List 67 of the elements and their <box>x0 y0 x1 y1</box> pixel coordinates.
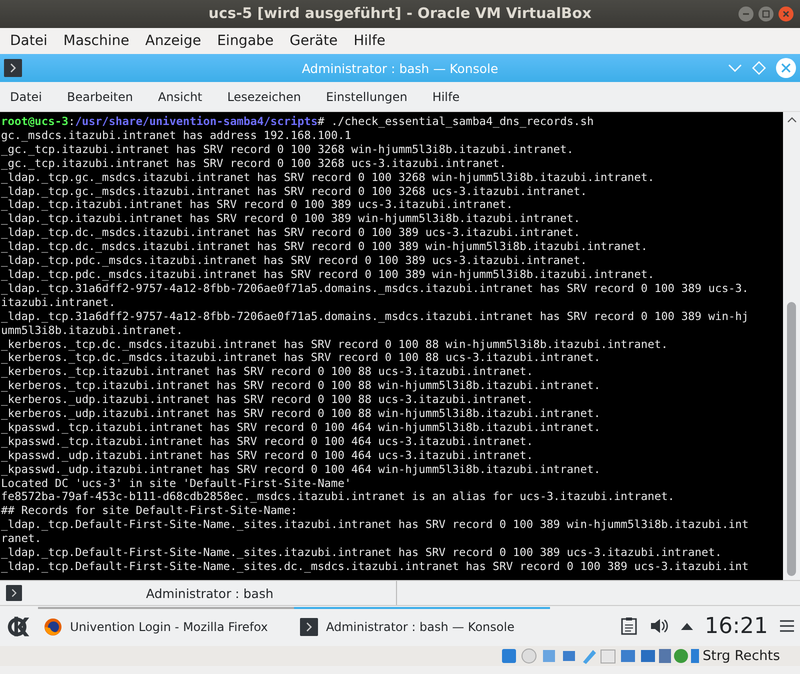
output-line: _ldap._tcp.itazubi.intranet has SRV record 0 100 389 ucs-3.itazubi.intranet. <box>1 198 513 212</box>
output-line: _kerberos._tcp.dc._msdcs.itazubi.intranet has SRV record 0 100 88 win-hjumm5l3i8b.itazubi.intranet. <box>1 338 668 352</box>
output-line: _kpasswd._tcp.itazubi.intranet has SRV record 0 100 464 win-hjumm5l3i8b.itazubi.intranet. <box>1 420 600 435</box>
output-line: _kpasswd._tcp.itazubi.intranet has SRV record 0 100 464 ucs-3.itazubi.intranet. <box>1 434 534 449</box>
clipboard-icon[interactable] <box>620 617 637 635</box>
output-line: umm5l3i8b.itazubi.intranet. <box>1 324 183 338</box>
menu-item[interactable]: Einstellungen <box>318 90 416 104</box>
menu-item[interactable]: Hilfe <box>346 33 394 49</box>
minimize-button[interactable] <box>728 63 742 73</box>
output-line: _ldap._tcp.dc._msdcs.itazubi.intranet has SRV record 0 100 389 win-hjumm5l3i8b.itazubi.intranet. <box>1 240 648 254</box>
terminal-icon <box>6 585 22 601</box>
output-line: _ldap._tcp.pdc._msdcs.itazubi.intranet has SRV record 0 100 389 ucs-3.itazubi.intranet. <box>1 254 587 268</box>
output-line: _kerberos._tcp.dc._msdcs.itazubi.intranet has SRV record 0 100 88 ucs-3.itazubi.intranet. <box>1 351 600 366</box>
output-line: ## Records for site Default-First-Site-Name: <box>1 504 298 518</box>
output-line: _ldap._tcp.31a6dff2-9757-4a12-8fbb-7206ae0f71a5.domains._msdcs.itazubi.intranet has SRV record 0 100 389 win-hj <box>1 310 749 324</box>
output-line: _kerberos._udp.itazubi.intranet has SRV record 0 100 88 ucs-3.itazubi.intranet. <box>1 393 534 408</box>
window-title: ucs-5 [wird ausgeführt] - Oracle VM VirtualBox <box>208 6 592 22</box>
output-line: _ldap._tcp.Default-First-Site-Name._sites.itazubi.intranet has SRV record 0 100 389 ucs-3.itazubi.intranet. <box>1 546 722 560</box>
output-line: _kpasswd._udp.itazubi.intranet has SRV record 0 100 464 win-hjumm5l3i8b.itazubi.intranet. <box>1 462 600 477</box>
menu-item[interactable]: Datei <box>2 90 50 104</box>
menu-item[interactable]: Lesezeichen <box>219 90 309 104</box>
menu-icon[interactable] <box>780 620 794 632</box>
clock[interactable]: 16:21 <box>704 614 768 638</box>
output-line: fe8572ba-79af-453c-b111-d68cdb2858ec._msdcs.itazubi.intranet is an alias for ucs-3.itazubi.intranet. <box>1 490 675 504</box>
host-key-label: Strg Rechts <box>702 648 780 664</box>
maximize-button[interactable] <box>758 6 774 22</box>
menu-item[interactable]: Hilfe <box>424 90 468 104</box>
menu-item[interactable]: Datei <box>2 33 56 49</box>
menu-item[interactable]: Maschine <box>55 33 138 49</box>
window-title: Administrator : bash — Konsole <box>300 60 500 76</box>
output-line: gc._msdcs.itazubi.intranet has address 192.168.100.1 <box>1 128 352 143</box>
output-line: _ldap._tcp.itazubi.intranet has SRV record 0 100 389 win-hjumm5l3i8b.itazubi.intranet. <box>1 212 580 226</box>
output-line: _kerberos._udp.itazubi.intranet has SRV record 0 100 88 win-hjumm5l3i8b.itazubi.intranet. <box>1 407 600 421</box>
close-button[interactable] <box>778 6 794 22</box>
menu-item[interactable]: Bearbeiten <box>59 90 141 104</box>
output-line: itazubi.intranet. <box>1 296 116 310</box>
output-line: _ldap._tcp.pdc._msdcs.itazubi.intranet has SRV record 0 100 389 win-hjumm5l3i8b.itazubi.intranet. <box>1 268 654 282</box>
output-line: _kerberos._tcp.itazubi.intranet has SRV record 0 100 88 win-hjumm5l3i8b.itazubi.intranet. <box>1 379 600 394</box>
keep-above-button[interactable] <box>752 61 766 75</box>
output-line: Located DC 'ucs-3' in site 'Default-First-Site-Name' <box>1 476 352 490</box>
output-line: _ldap._tcp.gc._msdcs.itazubi.intranet has SRV record 0 100 3268 win-hjumm5l3i8b.itazubi.intranet. <box>1 170 654 185</box>
output-line: _gc._tcp.itazubi.intranet has SRV record 0 100 3268 win-hjumm5l3i8b.itazubi.intranet. <box>1 142 574 157</box>
output-line: _gc._tcp.itazubi.intranet has SRV record 0 100 3268 ucs-3.itazubi.intranet. <box>1 156 506 171</box>
terminal-icon <box>4 59 22 77</box>
output-line: _ldap._tcp.Default-First-Site-Name._sites.itazubi.intranet has SRV record 0 100 389 win-hjumm5l3i8b.itazubi.int <box>1 518 749 532</box>
output-line: _ldap._tcp.gc._msdcs.itazubi.intranet has SRV record 0 100 3268 ucs-3.itazubi.intranet. <box>1 184 587 198</box>
output-line: _ldap._tcp.dc._msdcs.itazubi.intranet has SRV record 0 100 389 ucs-3.itazubi.intranet. <box>1 226 580 240</box>
output-line: ranet. <box>1 532 42 546</box>
prompt-line: root@ucs-3:/usr/share/univention-samba4/scripts# ./check_essential_samba4_dns_records.sh <box>1 115 594 129</box>
output-line: _ldap._tcp.Default-First-Site-Name._sites.dc._msdcs.itazubi.intranet has SRV record 0 100 389 ucs-3.itazubi.int <box>1 560 749 574</box>
browser-icon <box>44 618 62 636</box>
scroll-up-icon[interactable] <box>786 116 796 124</box>
expand-tray-icon[interactable] <box>680 622 693 630</box>
scrollbar[interactable] <box>783 112 800 580</box>
device-status-icons-drawing[interactable] <box>500 648 699 664</box>
terminal-icon <box>300 618 318 636</box>
menu-item[interactable]: Eingabe <box>209 33 282 49</box>
menu-item[interactable]: Ansicht <box>150 90 210 104</box>
output-line: _kpasswd._udp.itazubi.intranet has SRV record 0 100 464 ucs-3.itazubi.intranet. <box>1 448 534 463</box>
close-button[interactable] <box>776 58 796 78</box>
minimize-button[interactable] <box>738 6 754 22</box>
output-line: _ldap._tcp.31a6dff2-9757-4a12-8fbb-7206ae0f71a5.domains._msdcs.itazubi.intranet has SRV record 0 100 389 ucs-3. <box>1 282 749 296</box>
output-line: _kerberos._tcp.itazubi.intranet has SRV record 0 100 88 ucs-3.itazubi.intranet. <box>1 365 534 380</box>
scrollbar-thumb[interactable] <box>787 302 796 576</box>
menu-item[interactable]: Anzeige <box>137 33 210 49</box>
volume-icon[interactable] <box>648 617 669 635</box>
menu-item[interactable]: Geräte <box>282 33 346 49</box>
